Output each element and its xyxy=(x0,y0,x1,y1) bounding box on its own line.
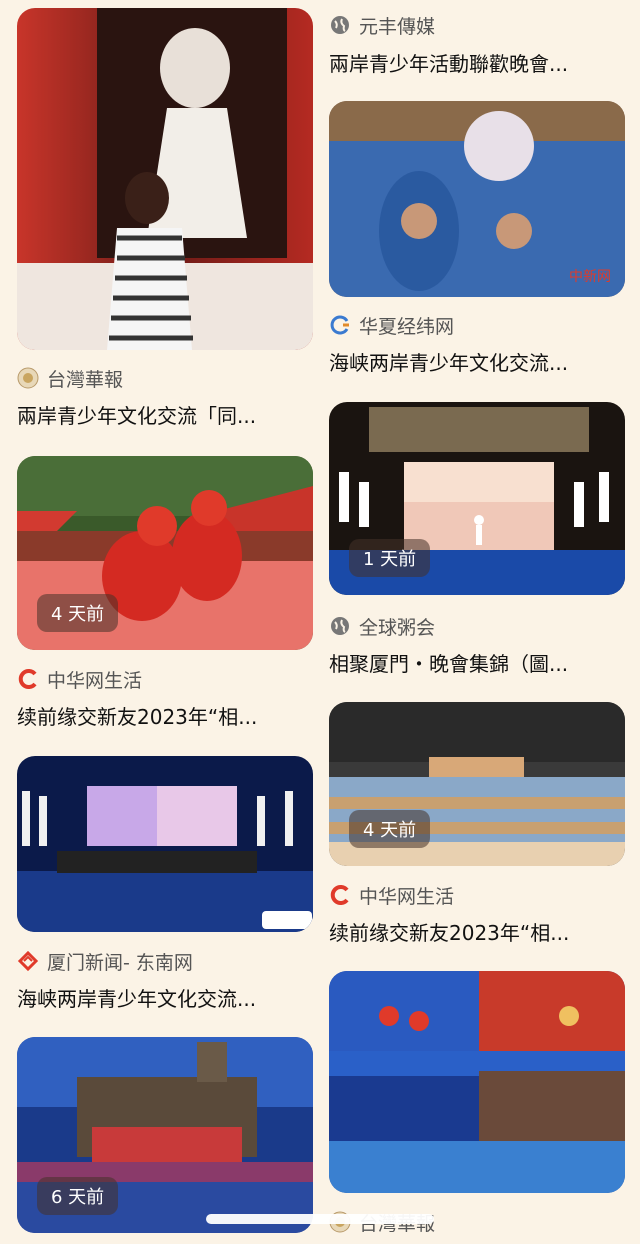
result-title[interactable]: 兩岸青少年活動聯歡晚會... xyxy=(329,48,625,77)
result-source: 中华网生活 xyxy=(329,880,454,910)
result-thumbnail[interactable]: 1 天前 xyxy=(329,402,625,595)
result-source: 全球粥会 xyxy=(329,611,435,641)
svg-text:中新网: 中新网 xyxy=(569,269,611,285)
source-name: 元丰傳媒 xyxy=(359,15,436,38)
result-title[interactable]: 相聚厦門・晚會集錦（圖... xyxy=(329,648,625,677)
globe-icon xyxy=(329,14,351,36)
home-indicator[interactable] xyxy=(206,1214,434,1224)
result-source: 厦门新闻- 东南网 xyxy=(17,946,193,976)
time-badge: 4 天前 xyxy=(37,594,119,632)
globe-icon xyxy=(329,615,351,637)
result-title[interactable]: 续前缘交新友2023年“相... xyxy=(17,701,313,730)
time-badge: 1 天前 xyxy=(349,539,431,577)
time-badge: 4 天前 xyxy=(349,810,431,848)
result-source: 华夏经纬网 xyxy=(329,310,454,340)
source-name: 中华网生活 xyxy=(47,669,143,692)
source-name: 台灣華報 xyxy=(47,368,124,391)
source-name: 华夏经纬网 xyxy=(359,315,455,338)
result-thumbnail[interactable] xyxy=(329,971,625,1193)
time-badge: 6 天前 xyxy=(37,1177,119,1215)
source-logo-icon xyxy=(17,668,39,690)
source-logo-icon xyxy=(17,950,39,972)
result-source: 中华网生活 xyxy=(17,664,142,694)
result-thumbnail[interactable] xyxy=(17,756,313,932)
source-logo-icon xyxy=(17,367,39,389)
source-name: 厦门新闻- 东南网 xyxy=(47,951,193,974)
result-thumbnail[interactable]: 4 天前 xyxy=(17,456,313,650)
source-name: 全球粥会 xyxy=(359,616,436,639)
source-logo-icon xyxy=(329,314,351,336)
result-thumbnail[interactable] xyxy=(17,8,313,350)
result-thumbnail[interactable]: 6 天前 xyxy=(17,1037,313,1233)
result-source: 台灣華報 xyxy=(17,363,123,393)
source-logo-icon xyxy=(329,884,351,906)
result-thumbnail[interactable]: 中新网 xyxy=(329,101,625,297)
result-title[interactable]: 海峡两岸青少年文化交流... xyxy=(329,347,625,376)
source-name: 中华网生活 xyxy=(359,885,455,908)
result-source: 元丰傳媒 xyxy=(329,10,435,40)
result-title[interactable]: 兩岸青少年文化交流「同... xyxy=(17,400,313,429)
result-title[interactable]: 续前缘交新友2023年“相... xyxy=(329,917,625,946)
result-title[interactable]: 海峡两岸青少年文化交流... xyxy=(17,983,313,1012)
result-thumbnail[interactable]: 4 天前 xyxy=(329,702,625,866)
